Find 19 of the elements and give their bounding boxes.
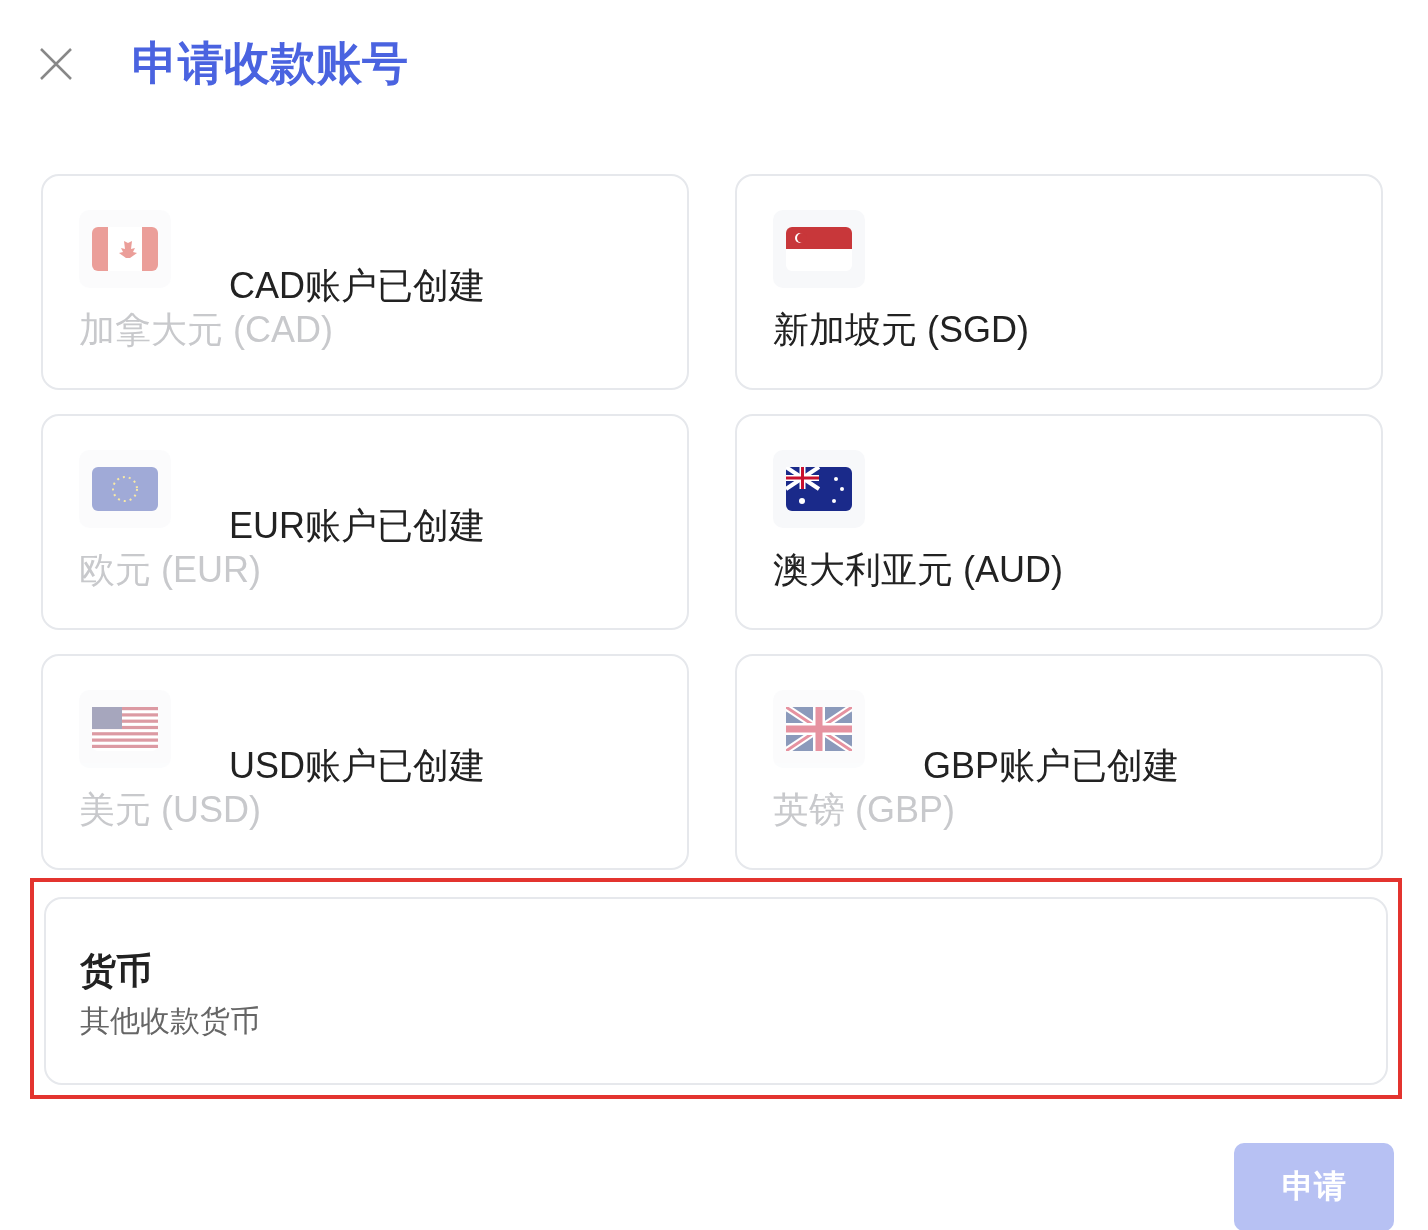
flag-icon (786, 707, 852, 751)
close-icon[interactable] (38, 46, 74, 82)
flag-icon (92, 467, 158, 511)
created-status: CAD账户已创建 (229, 264, 486, 308)
created-status: EUR账户已创建 (229, 504, 486, 548)
other-title: 货币 (80, 949, 153, 993)
flag-icon (786, 467, 852, 511)
flag-icon (786, 227, 852, 271)
currency-card[interactable]: 澳大利亚元 (AUD) (735, 414, 1383, 630)
currency-label: 新加坡元 (SGD) (773, 308, 1030, 352)
dialog-title: 申请收款账号 (132, 36, 408, 91)
flag-icon (92, 227, 158, 271)
flag-icon (92, 707, 158, 751)
created-status: USD账户已创建 (229, 744, 486, 788)
created-status: GBP账户已创建 (923, 744, 1181, 788)
currency-label: 澳大利亚元 (AUD) (773, 548, 1064, 592)
currency-card[interactable]: 新加坡元 (SGD) (735, 174, 1383, 390)
other-currency-card[interactable]: 货币 其他收款货币 (44, 897, 1388, 1085)
other-subtitle: 其他收款货币 (80, 1003, 261, 1039)
